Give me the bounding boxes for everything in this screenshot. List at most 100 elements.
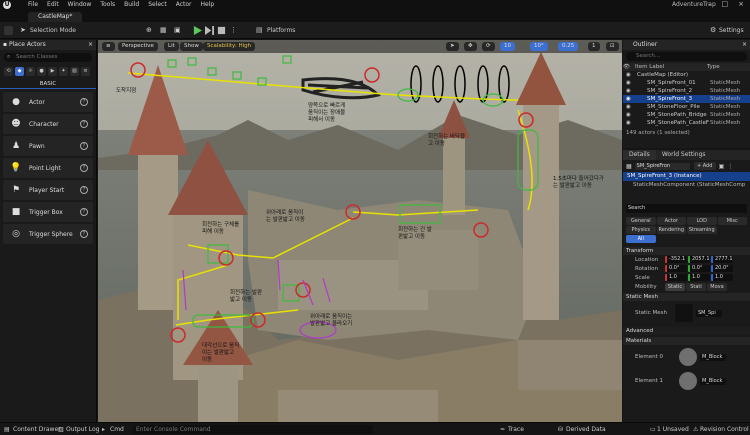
- scalability-button[interactable]: Scalability: High: [203, 42, 256, 51]
- tab-castlemap[interactable]: CastleMap*: [28, 12, 83, 22]
- rotation-x-field[interactable]: 0.0°: [665, 265, 687, 272]
- details-search-input[interactable]: Search: [626, 204, 747, 213]
- mobility-movable-option[interactable]: Mova: [707, 282, 727, 291]
- menu-select[interactable]: Select: [148, 1, 167, 8]
- filter-rendering[interactable]: Rendering: [656, 226, 686, 234]
- cinematics-icon[interactable]: ▣: [174, 25, 181, 36]
- grid-snap-toggle[interactable]: 10: [500, 42, 515, 51]
- scale-y-field[interactable]: 1.0: [688, 274, 710, 281]
- output-log-button[interactable]: Output Log: [66, 425, 99, 434]
- tab-details[interactable]: Details: [623, 150, 656, 160]
- scale-z-field[interactable]: 1.0: [711, 274, 733, 281]
- add-content-icon[interactable]: ⊕: [146, 25, 152, 36]
- help-icon[interactable]: ?: [80, 208, 88, 216]
- selection-mode-button[interactable]: Selection Mode: [30, 25, 76, 36]
- outliner-row[interactable]: ◉ SM_StonePath_Bridge StaticMesh: [623, 111, 750, 119]
- col-item-label[interactable]: Item Label: [635, 63, 707, 71]
- all-classes-icon[interactable]: ≡: [81, 67, 90, 76]
- visibility-eye-icon[interactable]: ◉: [623, 87, 635, 95]
- material-1-picker[interactable]: M_Block: [700, 377, 726, 385]
- static-mesh-picker[interactable]: SM_Spi: [696, 309, 722, 317]
- visibility-eye-icon[interactable]: ◉: [623, 119, 635, 127]
- select-tool-icon[interactable]: ➤: [446, 42, 459, 51]
- menu-actor[interactable]: Actor: [176, 1, 192, 8]
- place-actor-character[interactable]: ☻ Character ?: [3, 114, 93, 134]
- more-options-icon[interactable]: ⋮: [727, 163, 733, 170]
- filter-streaming[interactable]: Streaming: [687, 226, 717, 234]
- lights-icon[interactable]: ☼: [26, 67, 35, 76]
- visibility-eye-icon[interactable]: ◉: [623, 71, 635, 79]
- filter-misc[interactable]: Misc: [717, 217, 747, 225]
- place-actor-actor[interactable]: ● Actor ?: [3, 92, 93, 112]
- outliner-row[interactable]: ◉ SM_SpireFront_3 StaticMesh: [623, 95, 750, 103]
- mobility-stationary-option[interactable]: Stati: [686, 282, 706, 291]
- filter-lod[interactable]: LOD: [687, 217, 717, 225]
- console-command-input[interactable]: Enter Console Command: [133, 425, 373, 434]
- outliner-row[interactable]: ◉ SM_SpireFront_2 StaticMesh: [623, 87, 750, 95]
- scale-snap-toggle[interactable]: 0.25: [558, 42, 579, 51]
- viewport-menu-icon[interactable]: ≡: [102, 42, 115, 51]
- mobility-static-option[interactable]: Static: [665, 282, 685, 291]
- help-icon[interactable]: ?: [80, 98, 88, 106]
- play-options-icon[interactable]: ⋮: [230, 25, 237, 36]
- lit-button[interactable]: Lit: [164, 42, 179, 51]
- help-icon[interactable]: ?: [80, 120, 88, 128]
- filter-all[interactable]: All: [626, 235, 656, 243]
- search-classes-input[interactable]: ⌕ Search Classes: [4, 53, 92, 62]
- help-icon[interactable]: ?: [80, 186, 88, 194]
- add-component-button[interactable]: + Add: [693, 162, 716, 170]
- menu-tools[interactable]: Tools: [100, 1, 115, 8]
- location-y-field[interactable]: 2057.1: [688, 256, 710, 263]
- cinematic-icon[interactable]: ▶: [48, 67, 57, 76]
- perspective-button[interactable]: Perspective: [118, 42, 158, 51]
- blueprint-convert-icon[interactable]: ▣: [719, 163, 725, 170]
- place-actor-trigger-sphere[interactable]: ◎ Trigger Sphere ?: [3, 224, 93, 244]
- material-0-picker[interactable]: M_Block: [700, 353, 726, 361]
- cmd-dropdown[interactable]: Cmd: [110, 425, 124, 434]
- materials-section-header[interactable]: Materials: [623, 337, 750, 345]
- menu-window[interactable]: Window: [68, 1, 92, 8]
- play-icon[interactable]: [193, 26, 202, 35]
- show-button[interactable]: Show: [180, 42, 203, 51]
- step-icon[interactable]: [205, 26, 214, 35]
- help-icon[interactable]: ?: [80, 164, 88, 172]
- transform-section-header[interactable]: Transform: [623, 247, 750, 255]
- platforms-button[interactable]: Platforms: [267, 25, 295, 36]
- outliner-search-input[interactable]: Search...: [626, 52, 747, 61]
- rotation-y-field[interactable]: 0.0°: [688, 265, 710, 272]
- rotation-z-field[interactable]: 20.0°: [711, 265, 733, 272]
- scale-x-field[interactable]: 1.0: [665, 274, 687, 281]
- visibility-eye-icon[interactable]: ◉: [623, 103, 635, 111]
- trace-button[interactable]: Trace: [508, 425, 524, 434]
- menu-help[interactable]: Help: [201, 1, 215, 8]
- menu-build[interactable]: Build: [124, 1, 139, 8]
- location-x-field[interactable]: -352.1: [665, 256, 687, 263]
- close-panel-icon[interactable]: ×: [88, 40, 93, 50]
- help-icon[interactable]: ?: [80, 142, 88, 150]
- visual-effects-icon[interactable]: ✦: [59, 67, 68, 76]
- outliner-row[interactable]: ◉ SM_StonePath_CastleF StaticMesh: [623, 119, 750, 127]
- menu-edit[interactable]: Edit: [47, 1, 59, 8]
- visibility-eye-icon[interactable]: ◉: [623, 111, 635, 119]
- close-panel-icon[interactable]: ×: [742, 40, 747, 50]
- basic-category-icon[interactable]: ◆: [15, 67, 24, 76]
- maximize-icon[interactable]: □: [722, 0, 729, 8]
- location-z-field[interactable]: 2777.1: [711, 256, 733, 263]
- place-actor-pawn[interactable]: ♟ Pawn ?: [3, 136, 93, 156]
- outliner-row[interactable]: ◉ SM_SpireFront_01 StaticMesh: [623, 79, 750, 87]
- blueprint-icon[interactable]: ▦: [160, 25, 167, 36]
- static-mesh-section-header[interactable]: Static Mesh: [623, 293, 750, 301]
- camera-speed-button[interactable]: 1: [588, 42, 600, 51]
- unsaved-button[interactable]: 1 Unsaved: [657, 425, 689, 434]
- help-icon[interactable]: ?: [80, 230, 88, 238]
- outliner-row[interactable]: ◉ CastleMap (Editor): [623, 71, 750, 79]
- visibility-eye-icon[interactable]: ◉: [623, 79, 635, 87]
- translate-tool-icon[interactable]: ✥: [464, 42, 477, 51]
- minimize-icon[interactable]: –: [708, 0, 712, 8]
- level-viewport[interactable]: ≡ Perspective Lit Show Scalability: High…: [98, 40, 622, 422]
- derived-data-button[interactable]: Derived Data: [566, 425, 606, 434]
- recent-icon[interactable]: ⟲: [4, 67, 13, 76]
- filter-actor[interactable]: Actor: [656, 217, 686, 225]
- actor-name-field[interactable]: SM_SpireFron: [634, 162, 690, 170]
- menu-file[interactable]: File: [28, 1, 38, 8]
